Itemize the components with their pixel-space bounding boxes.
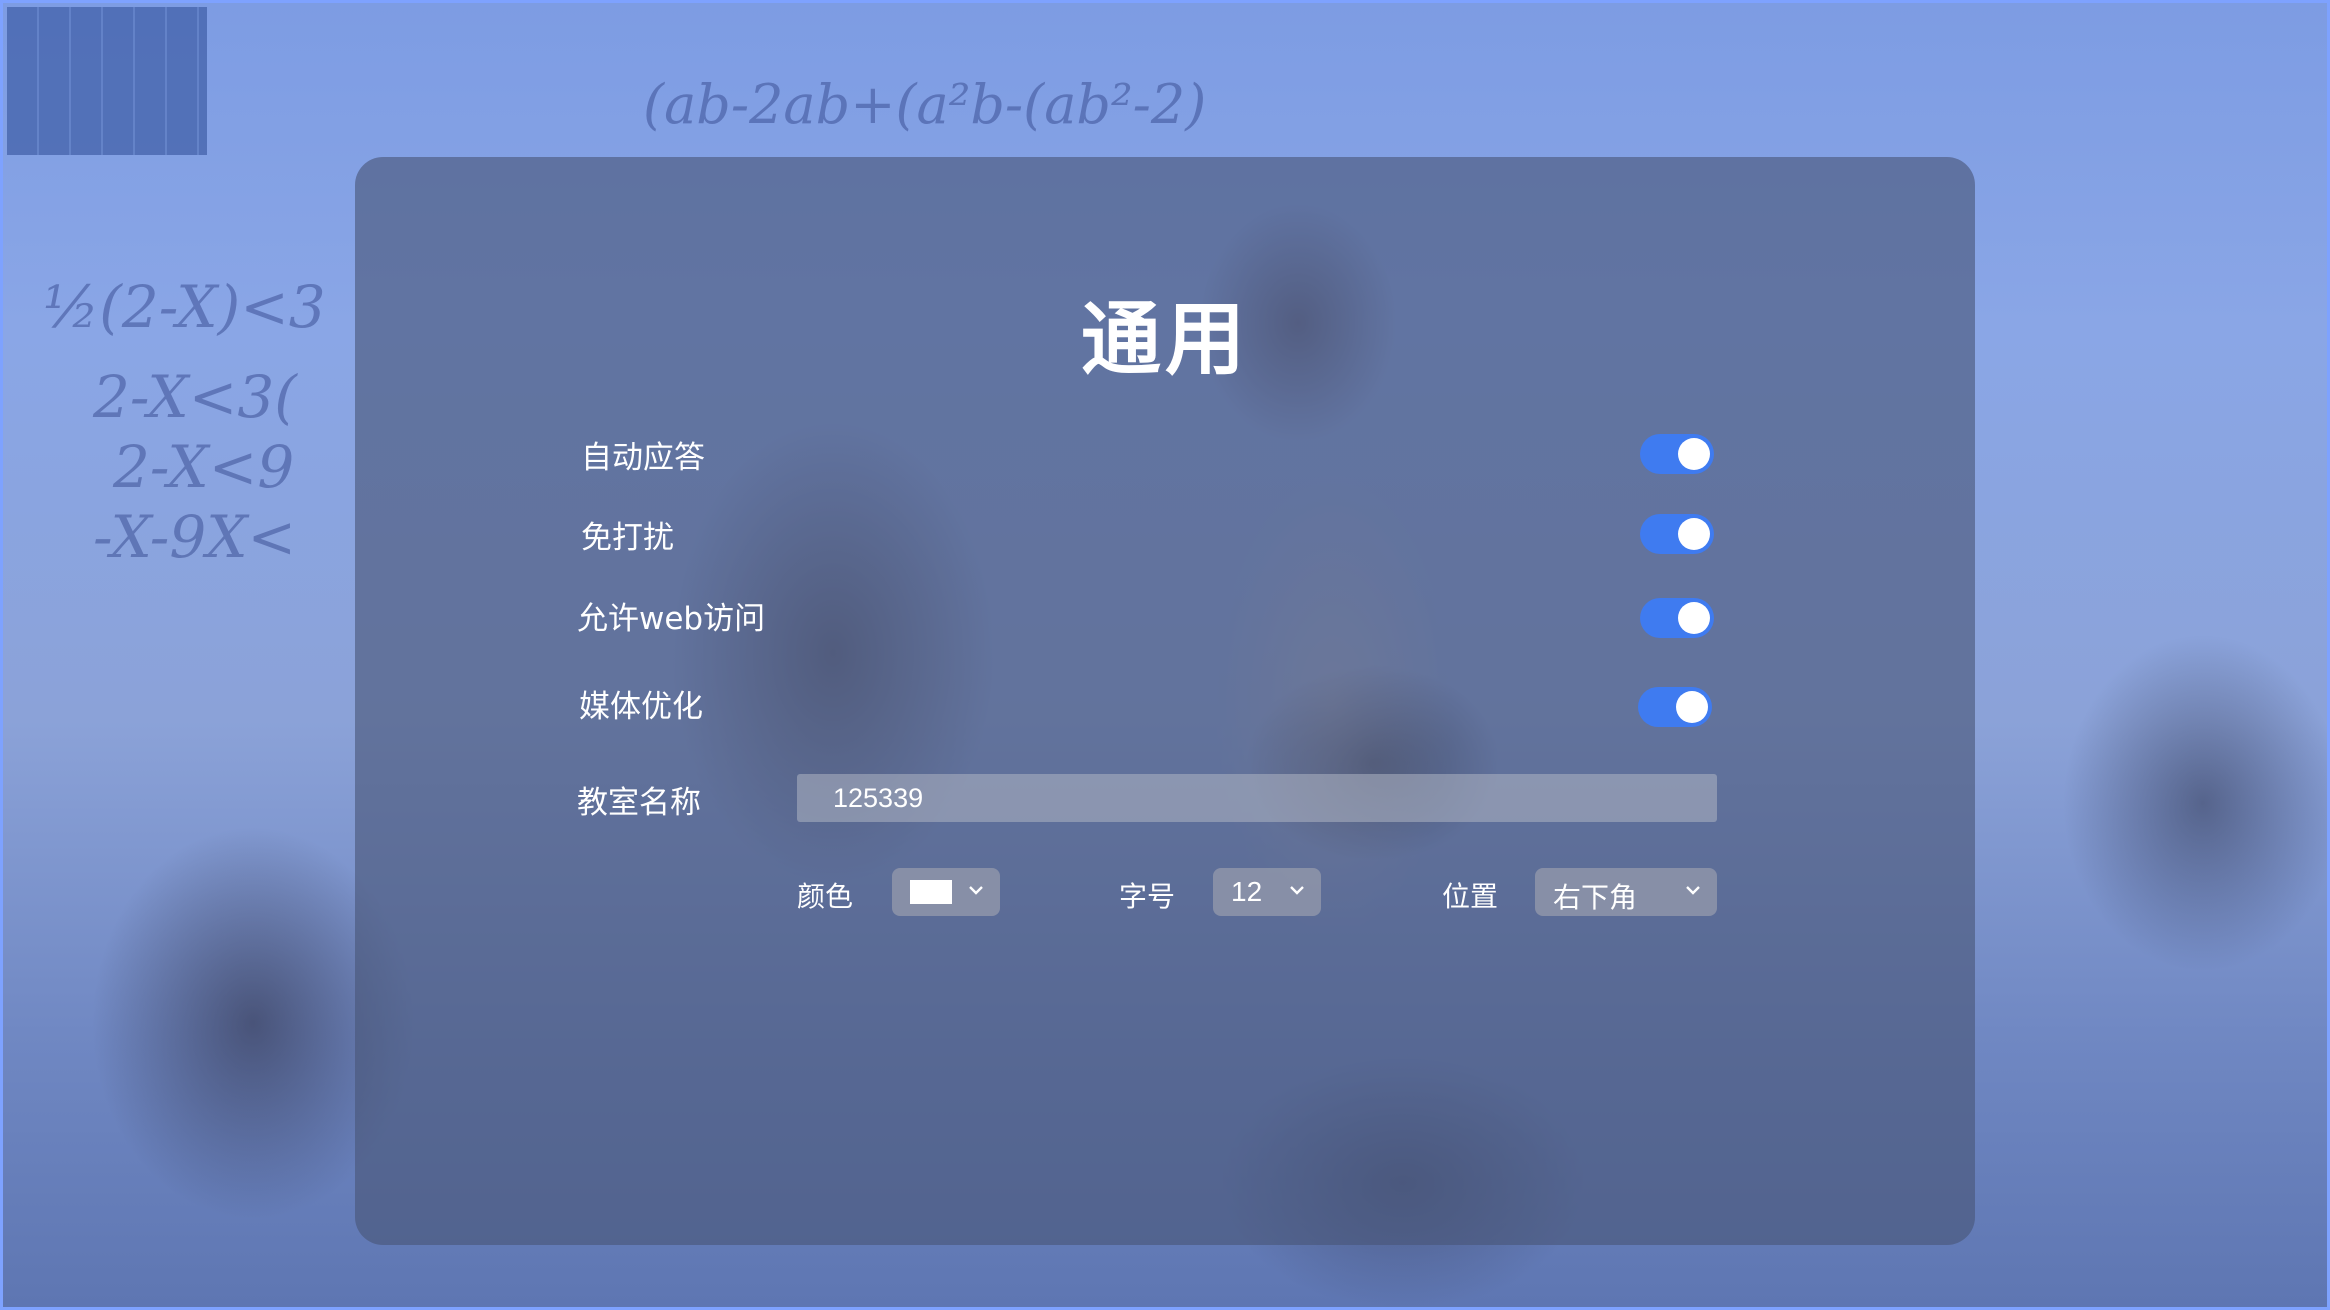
font-size-value: 12 bbox=[1231, 876, 1263, 907]
position-value: 右下角 bbox=[1553, 882, 1638, 913]
media-optimization-toggle[interactable] bbox=[1638, 687, 1712, 727]
background-window bbox=[7, 7, 207, 155]
media-optimization-label: 媒体优化 bbox=[579, 689, 703, 725]
chalkboard-scribble: (ab-2ab+(a²b-(ab²-2) bbox=[643, 73, 1207, 136]
toggle-knob bbox=[1676, 691, 1708, 723]
settings-panel: 通用 自动应答 免打扰 允许web访问 媒体优化 教室名称 颜色 字号 12 位… bbox=[355, 157, 1975, 1245]
chalkboard-scribble: 2-X<9 bbox=[113, 433, 295, 501]
allow-web-access-label: 允许web访问 bbox=[577, 601, 766, 637]
chalkboard-scribble: -X-9X< bbox=[93, 503, 297, 571]
chevron-down-icon bbox=[1290, 886, 1304, 895]
do-not-disturb-toggle[interactable] bbox=[1640, 514, 1714, 554]
toggle-knob bbox=[1678, 602, 1710, 634]
allow-web-access-toggle[interactable] bbox=[1640, 598, 1714, 638]
font-size-label: 字号 bbox=[1119, 880, 1176, 913]
position-label: 位置 bbox=[1442, 880, 1499, 913]
color-label: 颜色 bbox=[797, 880, 854, 913]
chalkboard-scribble: ½(2-X)<3 bbox=[43, 273, 326, 341]
page-title: 通用 bbox=[1081, 293, 1249, 386]
chevron-down-icon bbox=[969, 886, 983, 895]
color-swatch bbox=[910, 880, 952, 904]
do-not-disturb-label: 免打扰 bbox=[581, 520, 674, 556]
classroom-name-input[interactable] bbox=[797, 774, 1717, 822]
toggle-knob bbox=[1678, 518, 1710, 550]
chalkboard-scribble: 2-X<3( bbox=[93, 363, 297, 431]
auto-answer-toggle[interactable] bbox=[1640, 434, 1714, 474]
chevron-down-icon bbox=[1686, 886, 1700, 895]
color-select[interactable] bbox=[892, 868, 1000, 916]
auto-answer-label: 自动应答 bbox=[581, 440, 705, 476]
toggle-knob bbox=[1678, 438, 1710, 470]
classroom-name-label: 教室名称 bbox=[577, 785, 701, 821]
font-size-select[interactable]: 12 bbox=[1213, 868, 1321, 916]
position-select[interactable]: 右下角 bbox=[1535, 868, 1717, 916]
